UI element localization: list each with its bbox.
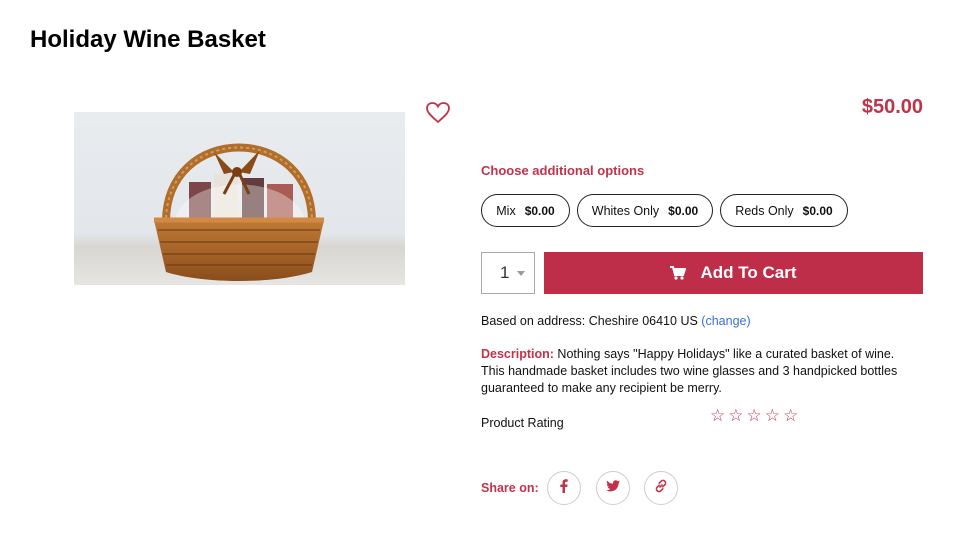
product-image	[74, 112, 405, 285]
option-price: $0.00	[802, 203, 833, 218]
link-icon	[654, 479, 668, 498]
star-icon[interactable]: ☆	[765, 406, 780, 426]
quantity-select[interactable]: 1	[481, 252, 535, 294]
option-price: $0.00	[668, 203, 699, 218]
option-mix-button[interactable]: Mix $0.00	[481, 194, 570, 227]
cart-icon	[670, 266, 687, 280]
option-reds-only-button[interactable]: Reds Only $0.00	[720, 194, 848, 227]
options-heading: Choose additional options	[481, 163, 645, 178]
product-description: Description: Nothing says "Happy Holiday…	[481, 346, 921, 397]
chevron-down-icon	[517, 271, 525, 276]
page-title: Holiday Wine Basket	[30, 26, 266, 53]
star-icon[interactable]: ☆	[728, 406, 743, 426]
shipping-address: Based on address: Cheshire 06410 US (cha…	[481, 314, 751, 328]
rating-stars[interactable]: ☆ ☆ ☆ ☆ ☆	[710, 406, 798, 426]
option-label: Mix	[496, 203, 516, 218]
quantity-value: 1	[500, 263, 510, 282]
option-price: $0.00	[524, 203, 555, 218]
option-whites-only-button[interactable]: Whites Only $0.00	[577, 194, 713, 227]
address-text: Based on address: Cheshire 06410 US	[481, 314, 698, 328]
product-price: $50.00	[861, 96, 923, 118]
twitter-icon	[606, 479, 620, 497]
star-icon[interactable]: ☆	[783, 406, 798, 426]
star-icon[interactable]: ☆	[747, 406, 762, 426]
option-label: Reds Only	[735, 203, 794, 218]
add-to-cart-label: Add To Cart	[700, 263, 797, 282]
facebook-icon	[560, 478, 568, 498]
change-address-link[interactable]: (change)	[701, 314, 750, 328]
share-twitter-button[interactable]	[596, 471, 630, 505]
share-facebook-button[interactable]	[547, 471, 581, 505]
share-link-button[interactable]	[644, 471, 678, 505]
share-label: Share on:	[481, 481, 539, 495]
option-label: Whites Only	[591, 203, 660, 218]
wishlist-heart-icon[interactable]	[426, 102, 450, 124]
add-to-cart-button[interactable]: Add To Cart	[544, 252, 923, 294]
description-label: Description:	[481, 347, 554, 361]
star-icon[interactable]: ☆	[710, 406, 725, 426]
product-rating-label: Product Rating	[481, 416, 564, 430]
